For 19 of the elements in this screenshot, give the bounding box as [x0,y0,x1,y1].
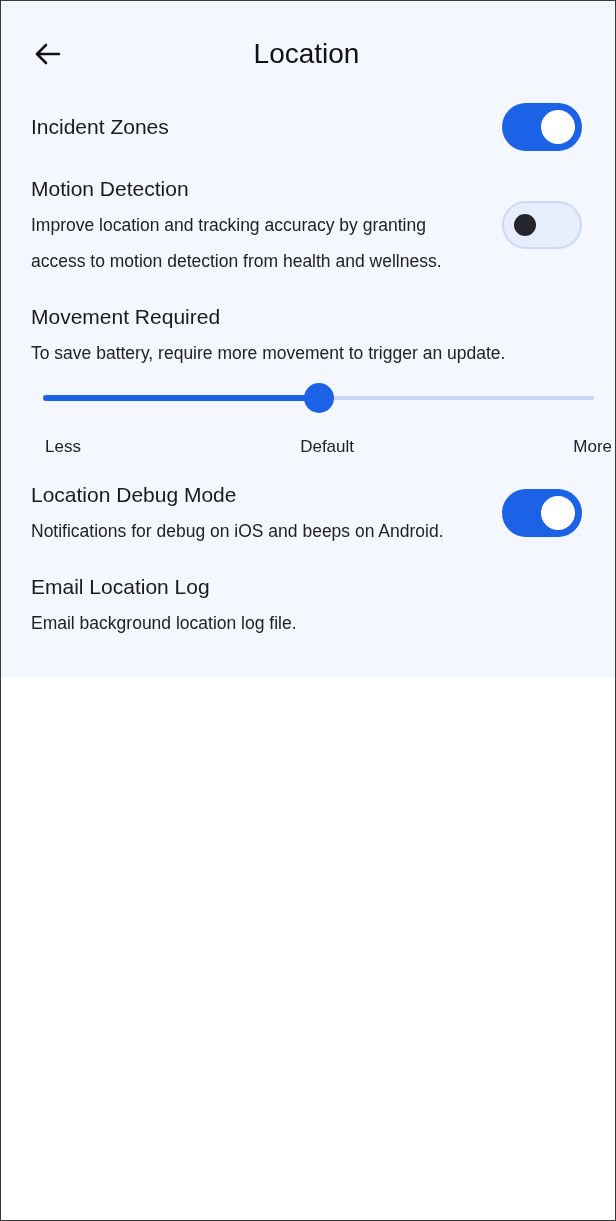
back-arrow-icon [35,43,61,65]
toggle-switch[interactable] [502,103,582,151]
setting-title: Email Location Log [31,574,211,600]
page-title: Location [252,38,361,70]
toggle-switch[interactable] [502,489,582,537]
setting-title: Location Debug Mode [31,482,238,508]
setting-title: Motion Detection [31,176,190,202]
setting-title: Movement Required [31,304,222,330]
slider-label: Less [45,437,81,457]
slider-track[interactable] [43,383,594,413]
toggle-switch[interactable] [502,201,582,249]
slider-label: Default [300,437,355,457]
slider-thumb[interactable] [303,383,334,413]
setting-description: To save battery, require more movement to trigger an update. [31,342,507,365]
setting-description: Email background location log file. [31,612,298,635]
setting-description: Notifications for debug on iOS and beeps on Android. [31,520,445,543]
slider-label: More [573,437,612,457]
setting-description: Improve location and tracking accuracy by granting access to motion detection from health and wellness. [31,214,443,273]
setting-title: Incident Zones [31,114,170,140]
